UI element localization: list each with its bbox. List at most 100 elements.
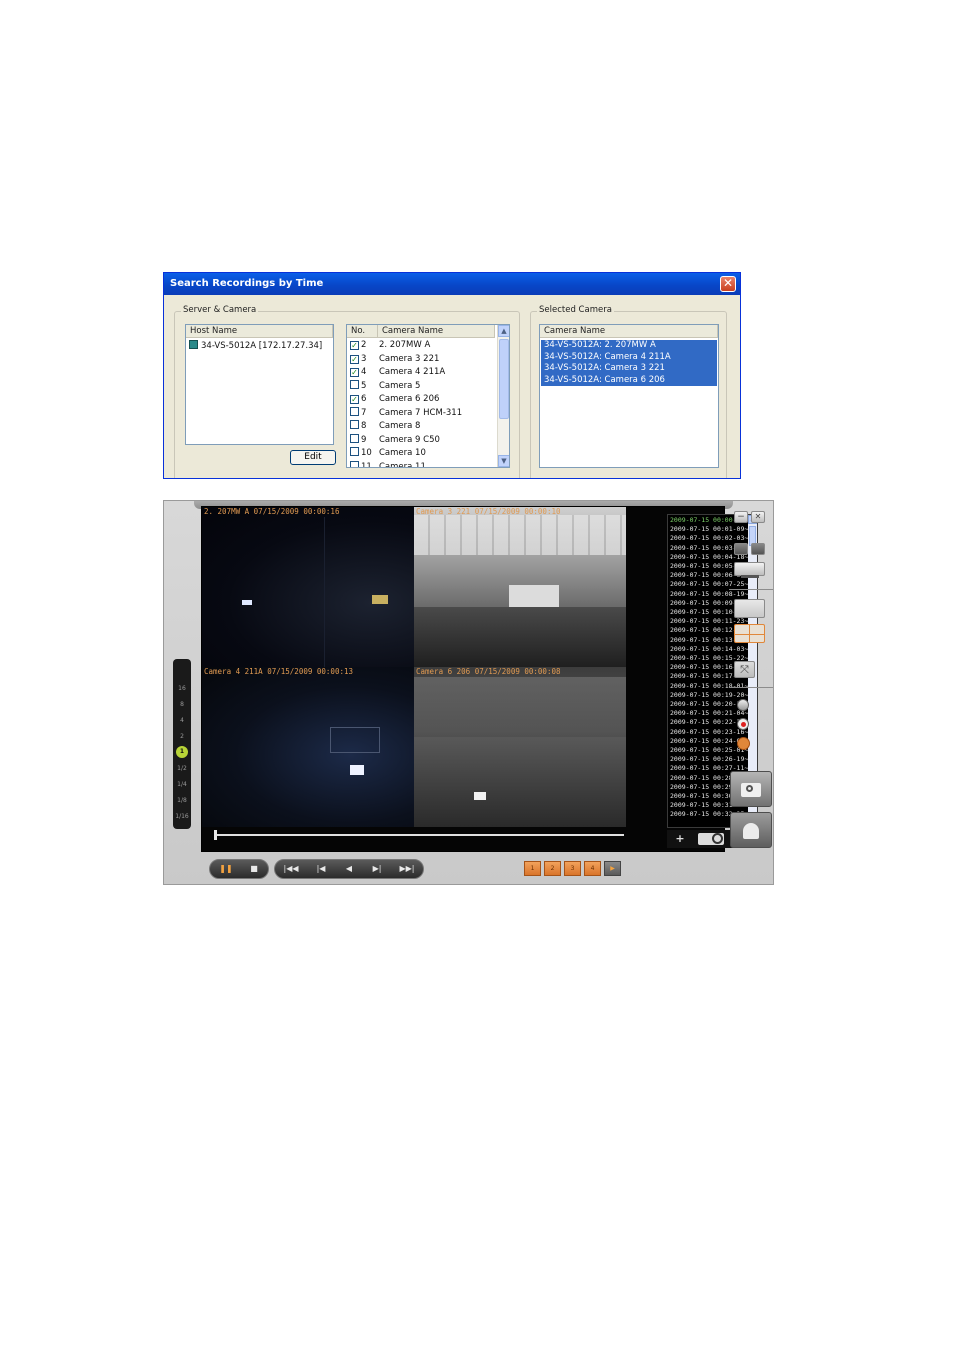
camera-name: Camera 7 HCM-311 [379,407,463,418]
camera-row[interactable]: ✓ 3 Camera 3 221 [347,353,497,367]
first-frame-button[interactable]: |◀◀ [277,860,305,878]
host-list[interactable]: Host Name 34-VS-5012A [172.17.27.34] [185,324,334,445]
checkbox-unchecked[interactable] [350,433,359,443]
light-spot [372,595,388,604]
camera-label: Camera 3 221 07/15/2009 00:00:10 [416,507,561,516]
timeline-slider[interactable] [214,830,624,840]
server-icon [189,340,198,349]
scroll-up-icon[interactable]: ▲ [498,325,509,337]
host-name: 34-VS-5012A [172.17.27.34] [201,341,323,351]
speed-option[interactable]: 1/16 [173,813,191,820]
speed-option[interactable]: 1 [176,746,188,758]
speed-option[interactable]: 2 [173,733,191,740]
single-view-icon[interactable] [734,599,765,618]
camera-name: 2. 207MW A [379,340,431,350]
selected-camera-row[interactable]: 34-VS-5012A: Camera 4 211A [541,351,717,363]
previous-frame-button[interactable]: |◀ [307,860,335,878]
selected-camera-header[interactable]: Camera Name [540,325,718,338]
snapshot-icon[interactable] [737,699,749,711]
camera-name: Camera 4 211A [379,367,446,377]
quad-view-icon[interactable] [734,624,765,643]
checkbox-checked[interactable]: ✓ [350,395,359,404]
record-icon[interactable] [737,718,749,730]
page-2-button[interactable]: 2 [544,861,561,876]
checkbox-unchecked[interactable] [350,447,359,456]
checkbox-unchecked[interactable] [350,406,359,416]
server-camera-group: Server & Camera Host Name 34-VS-5012A [1… [174,305,520,478]
camera-list-scrollbar[interactable]: ▲ ▼ [497,325,509,467]
fullscreen-icon[interactable]: ⤧ [734,661,755,678]
camera-view-2[interactable]: Camera 3 221 07/15/2009 00:00:10 [414,507,626,667]
last-frame-button[interactable]: ▶▶| [393,860,421,878]
checkbox-unchecked[interactable] [350,379,359,389]
speed-option[interactable]: 8 [173,701,191,708]
selected-camera-row[interactable]: 34-VS-5012A: Camera 6 206 [541,374,717,386]
camera-row[interactable]: ✓ 2 2. 207MW A [347,339,497,353]
camera-number: 7 [361,407,367,418]
minimize-button[interactable]: − [734,511,748,523]
host-name-header[interactable]: Host Name [186,325,333,338]
timeline-handle[interactable] [214,830,217,840]
checkbox-checked[interactable]: ✓ [350,368,359,377]
camera-row[interactable]: 8 Camera 8 [347,420,497,434]
camera-row[interactable]: 9 Camera 9 C50 [347,433,497,448]
camera-label: Camera 4 211A 07/15/2009 00:00:13 [204,667,354,676]
next-frame-button[interactable]: ▶| [363,860,391,878]
no-header[interactable]: No. [347,325,378,338]
close-icon[interactable]: ✕ [720,276,736,292]
speed-scale[interactable]: 16 8 4 2 1 1/2 1/4 1/8 1/16 [173,659,191,829]
next-page-button[interactable]: ▶ [604,861,621,876]
scroll-down-icon[interactable]: ▼ [498,455,509,467]
camera-name: Camera 6 206 [379,394,440,404]
camera-name: Camera 8 [379,421,421,431]
audio-icon[interactable] [737,737,750,750]
camera-view-3[interactable]: Camera 4 211A 07/15/2009 00:00:13 [202,667,414,827]
dialog-title: Search Recordings by Time [164,273,740,295]
page-4-button[interactable]: 4 [584,861,601,876]
checkbox-unchecked[interactable] [350,420,359,429]
camera-row[interactable]: 5 Camera 5 [347,379,497,394]
edit-button[interactable]: Edit [290,450,336,465]
page-1-button[interactable]: 1 [524,861,541,876]
desk [509,585,559,607]
settings-wrench-icon[interactable] [734,562,765,578]
camera-name: Camera 3 221 [379,353,440,364]
pause-button[interactable]: ❚❚ [213,860,239,878]
camera-row[interactable]: ✓ 6 Camera 6 206 [347,393,497,407]
speed-option[interactable]: 1/2 [173,765,191,772]
camera-row[interactable]: 7 Camera 7 HCM-311 [347,406,497,421]
camera-row[interactable]: ✓ 4 Camera 4 211A [347,366,497,380]
camera-name: Camera 11 [379,461,426,468]
camera-view-1[interactable]: 2. 207MW A 07/15/2009 00:00:16 [202,507,414,667]
reverse-play-button[interactable]: ◀ [335,860,363,878]
calendar-clock-icon[interactable] [695,830,727,848]
camera-list[interactable]: No. Camera Name ✓ 2 2. 207MW A ✓ 3 Camera 3 2… [346,324,510,468]
stop-button[interactable]: ■ [241,860,267,878]
camera-row[interactable]: 11 Camera 11 [347,460,497,468]
selected-camera-group: Selected Camera Camera Name 34-VS-5012A:… [530,305,727,478]
speed-option[interactable]: 1/4 [173,781,191,788]
camera-row[interactable]: 10 Camera 10 [347,447,497,461]
camera-view-4[interactable]: Camera 6 206 07/15/2009 00:00:08 [414,667,626,827]
checkbox-checked[interactable]: ✓ [350,354,359,364]
checkbox-unchecked[interactable] [350,460,359,467]
video-screen: 2. 207MW A 07/15/2009 00:00:16 Camera 3 … [201,506,758,852]
selected-camera-row[interactable]: 34-VS-5012A: 2. 207MW A [541,340,717,352]
search-button[interactable] [730,771,772,807]
zoom-in-button[interactable]: + [669,830,691,848]
selected-camera-list[interactable]: Camera Name 34-VS-5012A: 2. 207MW A 34-VS… [539,324,719,468]
scroll-thumb[interactable] [499,339,509,419]
help-icon[interactable] [751,543,765,555]
info-icon[interactable] [734,543,748,555]
user-icon[interactable] [730,812,772,848]
checkbox-checked[interactable]: ✓ [350,341,359,350]
speed-option[interactable]: 16 [173,685,191,692]
close-button[interactable]: ✕ [751,511,765,523]
camera-name-header[interactable]: Camera Name [378,325,495,338]
host-row[interactable]: 34-VS-5012A [172.17.27.34] [186,340,322,354]
speed-option[interactable]: 1/8 [173,797,191,804]
speed-option[interactable]: 4 [173,717,191,724]
selected-camera-row[interactable]: 34-VS-5012A: Camera 3 221 [541,363,717,375]
camera-number: 10 [361,448,372,458]
page-3-button[interactable]: 3 [564,861,581,876]
